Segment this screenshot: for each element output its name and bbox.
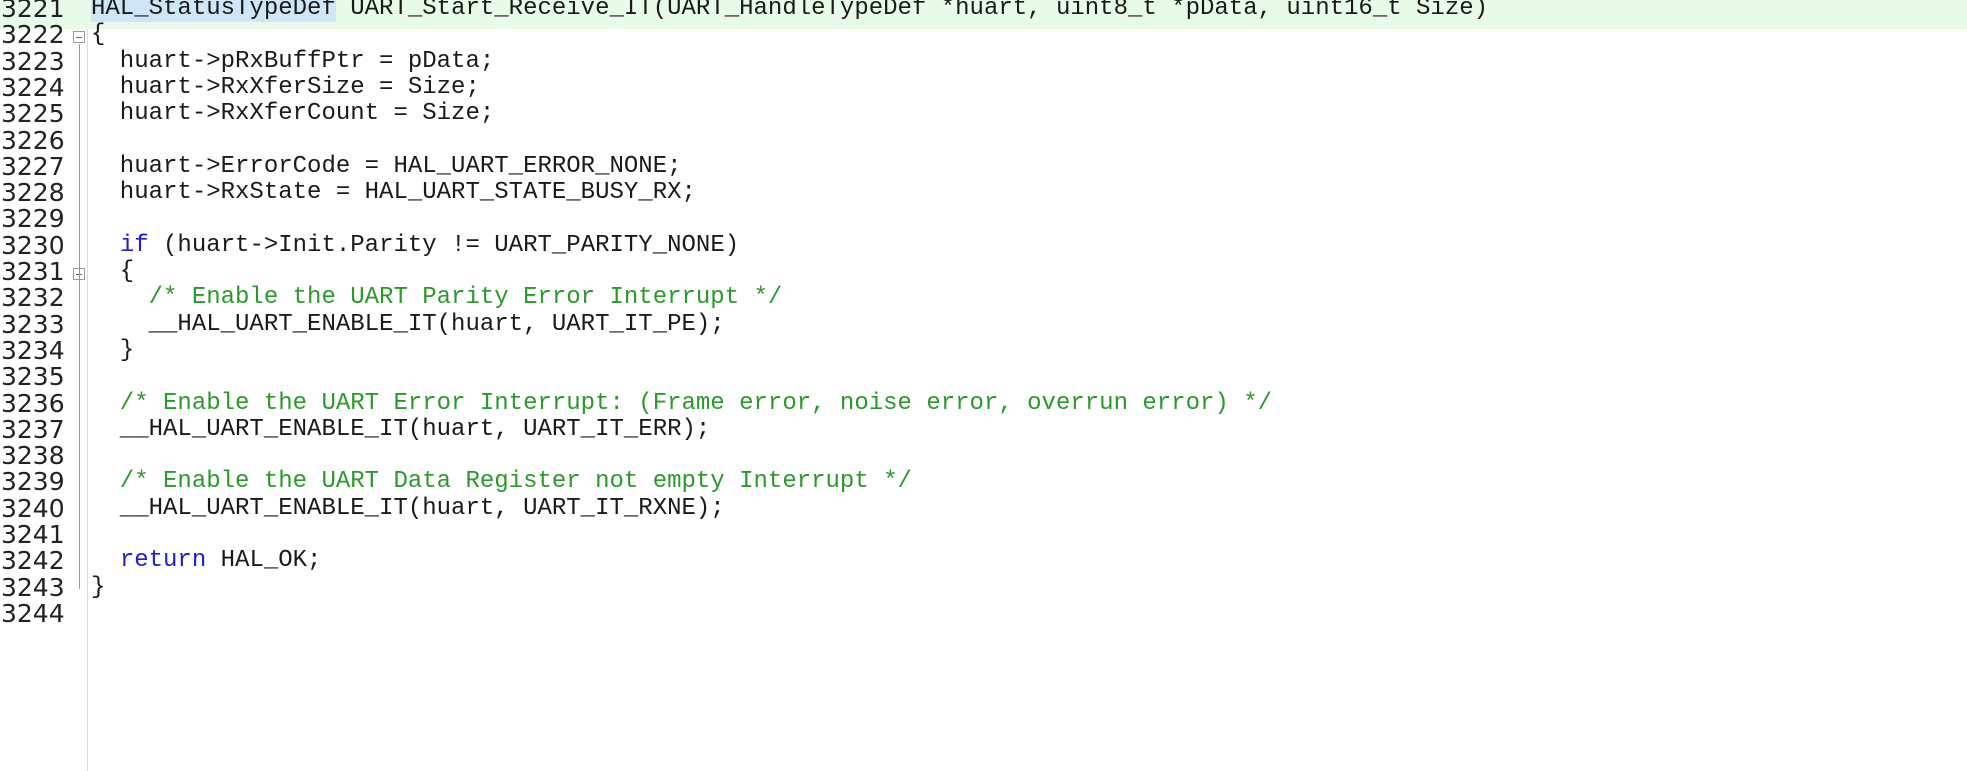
code-comment: /* Enable the UART Error Interrupt: (Fra… bbox=[91, 389, 1272, 417]
code-token: UART_Start_Receive_IT(UART_HandleTypeDef… bbox=[335, 0, 1489, 22]
code-editor[interactable]: 3221 HAL_StatusTypeDef UART_Start_Receive… bbox=[0, 0, 1967, 771]
code-keyword: return bbox=[119, 547, 207, 575]
code-token: __HAL_UART_ENABLE_IT(huart, UART_IT_ERR)… bbox=[91, 415, 711, 443]
code-keyword: if bbox=[119, 231, 149, 259]
code-token: huart->RxState = HAL_UART_STATE_BUSY_RX; bbox=[91, 179, 696, 207]
code-token: } bbox=[91, 336, 135, 364]
code-token: __HAL_UART_ENABLE_IT(huart, UART_IT_RXNE… bbox=[91, 494, 725, 522]
code-comment: /* Enable the UART Data Register not emp… bbox=[91, 468, 912, 496]
code-token: { bbox=[91, 21, 106, 49]
code-token: { bbox=[91, 258, 135, 285]
code-token: huart->ErrorCode = HAL_UART_ERROR_NONE; bbox=[91, 152, 682, 180]
selected-text: HAL_StatusTypeDef bbox=[91, 0, 336, 22]
code-token: __HAL_UART_ENABLE_IT(huart, UART_IT_PE); bbox=[91, 310, 725, 338]
code-token: huart->RxXferSize = Size; bbox=[91, 73, 480, 101]
code-comment: /* Enable the UART Parity Error Interrup… bbox=[91, 284, 783, 312]
fold-guide-line bbox=[79, 281, 80, 379]
code-token: huart->pRxBuffPtr = pData; bbox=[91, 47, 495, 75]
code-token: (huart->Init.Parity != UART_PARITY_NONE) bbox=[148, 231, 740, 259]
code-token: huart->RxXferCount = Size; bbox=[91, 100, 495, 128]
code-token: } bbox=[91, 573, 106, 601]
code-line[interactable]: 3244 bbox=[0, 601, 1967, 634]
line-number: 3244 bbox=[1, 598, 65, 628]
code-token: HAL_OK; bbox=[206, 547, 322, 575]
